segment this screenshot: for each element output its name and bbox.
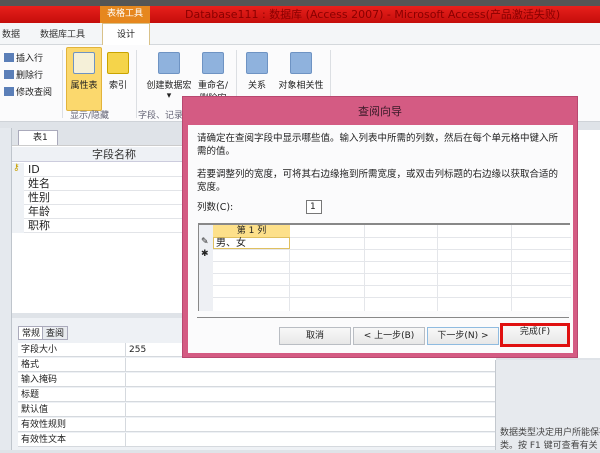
delete-row-button[interactable]: 删除行	[4, 68, 43, 81]
navigation-pane[interactable]	[0, 128, 12, 450]
row-selector[interactable]	[12, 191, 24, 205]
label: 关系	[247, 81, 266, 91]
row-selector[interactable]	[12, 205, 24, 219]
divider	[197, 317, 569, 318]
window-title: Database111 : 数据库 (Access 2007) - Micros…	[185, 8, 561, 21]
column-count-label: 列数(C):	[197, 202, 234, 213]
instruction-text: 请确定在查阅字段中显示哪些值。输入列表中所需的列数，然后在每个单元格中键入所需的…	[197, 133, 559, 157]
group-show-hide: 显示/隐藏	[70, 111, 110, 121]
label: 插入行	[16, 54, 44, 64]
finish-button[interactable]: 完成(F)	[500, 323, 570, 347]
help-line: 类。按 F1 键可查看有关	[500, 441, 598, 451]
next-button[interactable]: 下一步(N) >	[427, 327, 499, 345]
field-name: 性别	[28, 191, 50, 204]
modify-lookup-icon	[4, 87, 14, 96]
label: 修改查阅	[16, 88, 53, 98]
label: 对象相关性	[278, 81, 324, 91]
relationships-icon	[246, 52, 268, 74]
column-count-input[interactable]: 1	[306, 200, 322, 214]
help-text: 数据类型决定用户所能保存 类。按 F1 键可查看有关	[500, 427, 600, 453]
ribbon-tabs: 数据 数据库工具	[0, 23, 600, 45]
insert-row-button[interactable]: 插入行	[4, 51, 43, 64]
property-value[interactable]	[125, 388, 495, 402]
group-field-record: 字段、记录	[138, 111, 184, 121]
delete-row-icon	[4, 70, 14, 79]
field-row[interactable]: 年龄	[12, 205, 182, 219]
property-name: 输入掩码	[21, 375, 58, 385]
property-name: 标题	[21, 390, 40, 400]
property-value[interactable]	[125, 433, 495, 447]
label: 索引	[108, 81, 127, 91]
tab-design[interactable]: 设计	[102, 23, 150, 46]
modify-lookup-button[interactable]: 修改查阅	[4, 85, 52, 98]
relationships-button[interactable]: 关系	[242, 52, 272, 91]
label: 创建数据宏	[146, 81, 192, 91]
lightning-icon	[107, 52, 129, 74]
object-dependencies-button[interactable]: 对象相关性	[274, 52, 328, 91]
tab-data[interactable]: 数据	[2, 27, 20, 40]
tab-general[interactable]: 常规	[18, 326, 45, 340]
back-button[interactable]: < 上一步(B)	[353, 327, 425, 345]
dialog-title: 查阅向导	[358, 105, 402, 118]
property-row[interactable]: 格式	[18, 358, 496, 372]
property-name: 字段大小	[21, 345, 58, 355]
doc-tab-table1[interactable]: 表1	[18, 130, 58, 145]
property-row[interactable]: 默认值	[18, 403, 496, 417]
data-macro-icon	[158, 52, 180, 74]
gridline	[199, 249, 571, 250]
help-line: 数据类型决定用户所能保存	[500, 428, 600, 438]
gridline	[199, 297, 571, 298]
gridline	[199, 261, 571, 262]
indexes-button[interactable]: 索引	[104, 52, 132, 91]
property-value[interactable]	[125, 373, 495, 387]
property-name: 默认值	[21, 405, 49, 415]
divider	[136, 50, 137, 118]
property-value[interactable]	[125, 418, 495, 432]
property-sheet-icon	[73, 52, 95, 74]
property-name: 有效性规则	[21, 420, 67, 430]
property-value[interactable]	[125, 403, 495, 417]
tab-database-tools[interactable]: 数据库工具	[40, 27, 85, 40]
field-row[interactable]: 性别	[12, 191, 182, 205]
dependencies-icon	[290, 52, 312, 74]
value-cell[interactable]: 男、女	[213, 237, 290, 249]
column-width-hint: 若要调整列的宽度，可将其右边缘拖到所需宽度，或双击列标题的右边缘以获取合适的宽度…	[197, 169, 559, 193]
field-name: 职称	[28, 219, 50, 232]
property-row[interactable]: 有效性文本	[18, 433, 496, 447]
column-1-header[interactable]: 第 1 列	[213, 225, 290, 237]
gridline	[199, 273, 571, 274]
field-row[interactable]: 职称	[12, 219, 182, 233]
property-row[interactable]: 有效性规则	[18, 418, 496, 432]
field-name-header: 字段名称	[92, 148, 136, 161]
gridline	[199, 285, 571, 286]
primary-key-icon: ⚷	[13, 163, 20, 173]
field-row[interactable]: ID	[12, 163, 182, 177]
field-name: 姓名	[28, 177, 50, 190]
property-value[interactable]	[125, 358, 495, 372]
cancel-button[interactable]: 取消	[279, 327, 351, 345]
pencil-icon: ✎	[201, 237, 209, 247]
field-row[interactable]: 姓名	[12, 177, 182, 191]
property-row[interactable]: 输入掩码	[18, 373, 496, 387]
label: 删除行	[16, 71, 44, 81]
property-row[interactable]: 标题	[18, 388, 496, 402]
insert-row-icon	[4, 53, 14, 62]
property-name: 格式	[21, 360, 40, 370]
field-name: ID	[28, 163, 40, 176]
label: 属性表	[70, 81, 98, 91]
row-selector[interactable]	[12, 177, 24, 191]
property-sheet[interactable]: 属性表	[68, 52, 100, 91]
create-data-macro-button[interactable]: 创建数据宏 ▾	[142, 52, 196, 101]
tab-lookup[interactable]: 查阅	[42, 326, 69, 340]
divider	[62, 50, 63, 118]
context-tab-table-tools: 表格工具	[100, 6, 150, 23]
rename-macro-icon	[202, 52, 224, 74]
row-selector[interactable]	[12, 219, 24, 233]
property-name: 有效性文本	[21, 435, 67, 445]
new-row-icon: ✱	[201, 249, 209, 259]
field-name: 年龄	[28, 205, 50, 218]
